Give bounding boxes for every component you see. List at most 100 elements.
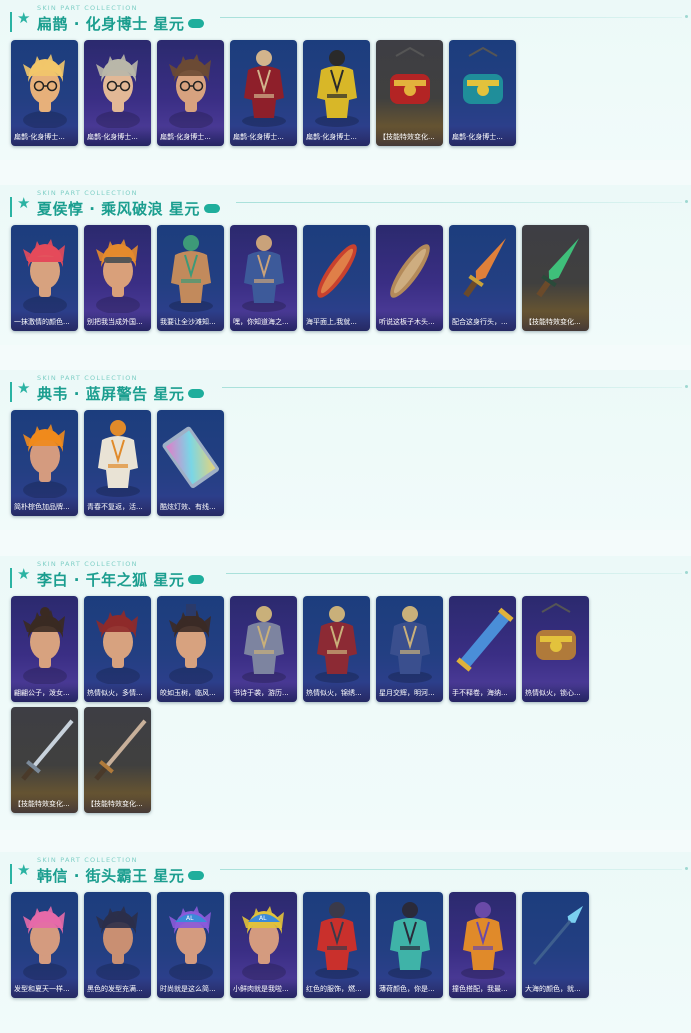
item-caption: 酷炫灯效、有线... [160, 503, 216, 511]
skin-part-card[interactable]: AL 时尚就是这么简... [157, 892, 224, 998]
section-header: ★ SKIN PART COLLECTION 扁鹊 · 化身博士 星元 [10, 4, 688, 34]
skin-part-card[interactable]: 黑色的发型充满... [84, 892, 151, 998]
skin-part-card[interactable]: 我要让全沙滩知... [157, 225, 224, 331]
item-caption: 时尚就是这么简... [160, 985, 216, 993]
skin-part-card[interactable]: 书诗于袭，游历... [230, 596, 297, 702]
skin-part-card[interactable]: 别把我当成外国... [84, 225, 151, 331]
skin-part-card[interactable]: 扁鹊·化身博士... [449, 40, 516, 146]
bronze-sword-icon [84, 707, 151, 795]
star-icon: ★ [17, 194, 31, 212]
section-kicker: SKIN PART COLLECTION [37, 4, 138, 12]
item-caption: 青春不复返，活... [87, 503, 143, 511]
skin-part-card[interactable]: 海平面上,我就... [303, 225, 370, 331]
item-caption: 撞色搭配，我最... [452, 985, 508, 993]
skin-part-card[interactable]: 听说这板子木头... [376, 225, 443, 331]
item-caption: 皎如玉树，临风... [160, 689, 216, 697]
surfer-shirtless-outfit-icon [157, 225, 224, 313]
orange-purple-jacket-icon [449, 892, 516, 980]
skin-part-card[interactable]: 【技能特效变化... [11, 707, 78, 813]
divider-dot [685, 200, 688, 203]
skin-part-card[interactable]: 酷炫灯效、有线... [157, 410, 224, 516]
pink-hair-head-icon [11, 892, 78, 981]
skin-part-card[interactable]: 简朴棕色加品牌... [11, 410, 78, 516]
item-caption: 海平面上,我就... [306, 318, 357, 326]
section-kicker: SKIN PART COLLECTION [37, 560, 138, 568]
collection-section: ★ SKIN PART COLLECTION 夏侯惇 · 乘风破浪 星元 一抹激… [0, 185, 691, 345]
section-header: ★ SKIN PART COLLECTION 韩信 · 街头霸王 星元 [10, 856, 688, 886]
skin-part-card[interactable]: 扁鹊·化身博士... [84, 40, 151, 146]
divider-line [222, 387, 682, 388]
divider-line [226, 573, 682, 574]
star-icon: ★ [17, 861, 31, 879]
item-caption: 简朴棕色加品牌... [14, 503, 70, 511]
section-title: 夏侯惇 · 乘风破浪 星元 [37, 198, 220, 219]
skin-part-card[interactable]: 红色的服饰，燃... [303, 892, 370, 998]
star-icon: ★ [17, 379, 31, 397]
item-caption: 书诗于袭，游历... [233, 689, 289, 697]
collection-section: ★ SKIN PART COLLECTION 典韦 · 蓝屏警告 星元 简朴棕色… [0, 370, 691, 530]
red-surfboard-icon [303, 225, 370, 313]
skin-part-card[interactable]: 热情似火，锦绣... [303, 596, 370, 702]
section-header: ★ SKIN PART COLLECTION 典韦 · 蓝屏警告 星元 [10, 374, 688, 404]
skin-part-card[interactable]: 皎如玉树，临风... [157, 596, 224, 702]
skin-part-card[interactable]: 发型和夏天一样... [11, 892, 78, 998]
section-header: ★ SKIN PART COLLECTION 夏侯惇 · 乘风破浪 星元 [10, 189, 688, 219]
skin-part-card[interactable]: 【技能特效变化... [522, 225, 589, 331]
skin-part-card[interactable]: 扁鹊·化身博士... [303, 40, 370, 146]
divider-line [236, 202, 682, 203]
blue-spear-icon [522, 892, 589, 980]
item-caption: 扁鹊·化身博士... [160, 133, 211, 141]
pill-badge [188, 575, 205, 584]
item-caption: 【技能特效变化... [14, 800, 70, 808]
item-caption: 小鲜肉就是我啦... [233, 985, 289, 993]
red-armor-outfit-icon [303, 596, 370, 684]
divider-dot [685, 385, 688, 388]
collection-section: ★ SKIN PART COLLECTION 扁鹊 · 化身博士 星元 扁鹊·化… [0, 0, 691, 160]
skin-part-card[interactable]: 扁鹊·化身博士... [11, 40, 78, 146]
skin-part-card[interactable]: 青春不复返，活... [84, 410, 151, 516]
section-title: 典韦 · 蓝屏警告 星元 [37, 383, 205, 404]
blue-scroll-icon [449, 596, 516, 684]
rainbow-keyboard-icon [157, 410, 224, 498]
teal-jacket-outfit-icon [376, 892, 443, 980]
purple-hair-cap-head-icon: AL [157, 892, 224, 981]
skin-part-card[interactable]: 【技能特效变化... [84, 707, 151, 813]
section-kicker: SKIN PART COLLECTION [37, 374, 138, 382]
item-caption: 手不释卷，海纳... [452, 689, 508, 697]
gray-armor-outfit-icon [230, 596, 297, 684]
skin-part-card[interactable]: 扁鹊·化身博士... [157, 40, 224, 146]
blonde-head-with-glasses-icon [11, 40, 78, 129]
item-caption: 大海的颜色，就... [525, 985, 581, 993]
brown-hair-head-with-glasses-icon [157, 40, 224, 129]
blue-armor-outfit-icon [376, 596, 443, 684]
item-caption: 【技能特效变化... [87, 800, 143, 808]
section-title: 扁鹊 · 化身博士 星元 [37, 13, 205, 34]
bronze-lantern-icon [522, 596, 589, 684]
skin-part-card[interactable]: 热情似火，多情... [84, 596, 151, 702]
skin-part-card[interactable]: 薄荷颜色，你是... [376, 892, 443, 998]
item-caption: 扁鹊·化身博士... [452, 133, 503, 141]
section-header: ★ SKIN PART COLLECTION 李白 · 千年之狐 星元 [10, 560, 688, 590]
item-caption: 翩翩公子，泼女... [14, 689, 70, 697]
section-title: 韩信 · 街头霸王 星元 [37, 865, 205, 886]
accent-bar [10, 12, 12, 32]
skin-part-card[interactable]: 热情似火，锁心... [522, 596, 589, 702]
skin-part-card[interactable]: 嘿，你知道海之... [230, 225, 297, 331]
skin-part-card[interactable]: 大海的颜色，就... [522, 892, 589, 998]
skin-part-card[interactable]: 一抹激情的颜色... [11, 225, 78, 331]
skin-part-card[interactable]: AL 小鲜肉就是我啦... [230, 892, 297, 998]
divider-line [220, 17, 682, 18]
skin-part-card[interactable]: 星月交辉，明河... [376, 596, 443, 702]
item-caption: 扁鹊·化身博士... [233, 133, 284, 141]
skin-part-card[interactable]: 配合这身行头，... [449, 225, 516, 331]
pill-badge [188, 871, 205, 880]
skin-part-card[interactable]: 扁鹊·化身博士... [230, 40, 297, 146]
item-caption: 热情似火，锁心... [525, 689, 581, 697]
item-caption: 热情似火，多情... [87, 689, 143, 697]
skin-part-card[interactable]: 撞色搭配，我最... [449, 892, 516, 998]
gray-hair-head-with-glasses-icon [84, 40, 151, 129]
skin-part-card[interactable]: 翩翩公子，泼女... [11, 596, 78, 702]
red-headband-head-icon [11, 225, 78, 314]
skin-part-card[interactable]: 【技能特效变化... [376, 40, 443, 146]
skin-part-card[interactable]: 手不释卷，海纳... [449, 596, 516, 702]
